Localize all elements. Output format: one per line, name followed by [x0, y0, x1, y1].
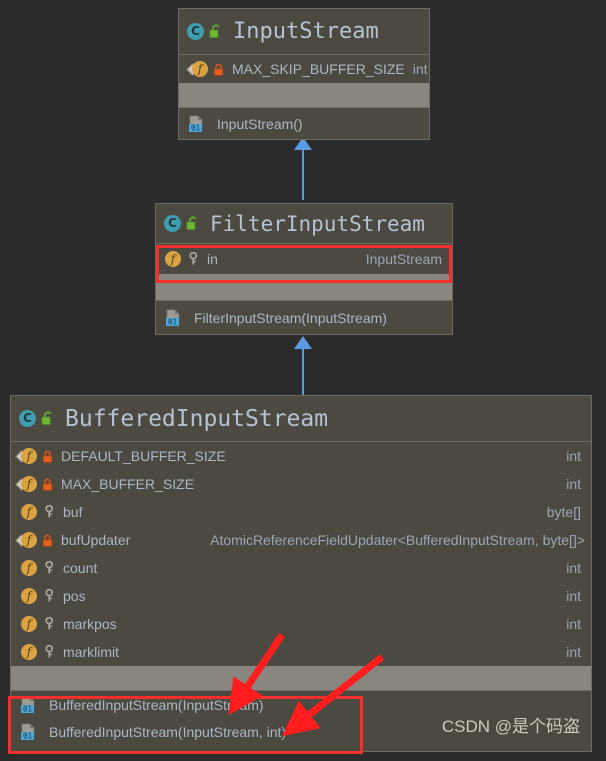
field-row[interactable]: f count int — [11, 554, 591, 582]
field-icon: f — [21, 504, 37, 520]
connector-line — [302, 348, 304, 396]
section-divider — [11, 666, 591, 690]
field-type: int — [412, 61, 428, 77]
lock-icon — [42, 478, 53, 491]
class-title: BufferedInputStream — [65, 405, 329, 432]
field-row[interactable]: f pos int — [11, 582, 591, 610]
class-icon: C — [19, 410, 36, 427]
field-row[interactable]: f in InputStream — [156, 244, 452, 274]
field-name: markpos — [63, 616, 117, 632]
field-icon: f — [21, 644, 37, 660]
section-divider — [179, 83, 429, 107]
constructor-icon: 01 — [20, 696, 39, 714]
field-type: int — [566, 448, 581, 464]
key-icon — [188, 251, 199, 266]
constructor-icon: 01 — [165, 309, 184, 327]
class-icon: C — [187, 23, 204, 40]
method-row[interactable]: 01 FilterInputStream(InputStream) — [156, 300, 452, 334]
key-icon — [44, 616, 55, 631]
field-name: in — [207, 251, 218, 267]
key-icon — [44, 588, 55, 603]
class-title: FilterInputStream — [210, 211, 425, 236]
key-icon — [44, 644, 55, 659]
svg-text:01: 01 — [191, 123, 200, 132]
constructor-icon: 01 — [188, 115, 207, 133]
field-row[interactable]: f MAX_BUFFER_SIZE int — [11, 470, 591, 498]
class-title: InputStream — [233, 19, 379, 44]
lock-icon — [42, 450, 53, 463]
class-box-inputstream[interactable]: C InputStream f MAX_SKIP_BUFFER_SIZE int — [178, 8, 430, 140]
field-type: int — [566, 616, 581, 632]
watermark-text: CSDN @是个码盗 — [441, 717, 580, 736]
field-icon: f — [165, 251, 181, 267]
methods-section-inputstream: 01 InputStream() — [179, 107, 429, 139]
class-header-bufferedinputstream: C BufferedInputStream — [11, 396, 591, 442]
connector-line — [302, 148, 304, 200]
class-icon: C — [164, 215, 181, 232]
fields-section-filterinputstream: f in InputStream — [156, 244, 452, 274]
field-name: DEFAULT_BUFFER_SIZE — [61, 448, 226, 464]
method-name: BufferedInputStream(InputStream) — [49, 696, 264, 713]
field-type: InputStream — [365, 251, 442, 267]
lock-icon — [42, 534, 53, 547]
constructor-icon: 01 — [20, 723, 39, 741]
field-name: marklimit — [63, 644, 119, 660]
field-name: bufUpdater — [61, 532, 131, 548]
field-icon: f — [21, 588, 37, 604]
svg-text:01: 01 — [23, 704, 32, 713]
arrowhead-icon — [294, 336, 312, 349]
methods-section-filterinputstream: 01 FilterInputStream(InputStream) — [156, 300, 452, 334]
key-icon — [44, 560, 55, 575]
field-type: AtomicReferenceFieldUpdater<BufferedInpu… — [210, 532, 585, 548]
method-name: BufferedInputStream(InputStream, int) — [49, 723, 287, 740]
static-field-icon: f — [17, 475, 37, 493]
method-row[interactable]: 01 InputStream() — [179, 107, 429, 139]
field-type: int — [566, 476, 581, 492]
field-row[interactable]: f markpos int — [11, 610, 591, 638]
field-name: count — [63, 560, 98, 576]
field-name: pos — [63, 588, 86, 604]
static-field-icon: f — [17, 531, 37, 549]
class-header-inputstream: C InputStream — [179, 9, 429, 55]
static-field-icon: f — [188, 60, 208, 78]
field-type: int — [566, 644, 581, 660]
unlock-icon — [186, 216, 200, 231]
field-icon: f — [21, 560, 37, 576]
field-name: MAX_BUFFER_SIZE — [61, 476, 195, 492]
fields-section-bufferedinputstream: f DEFAULT_BUFFER_SIZE int f MAX_BUFFER_S… — [11, 442, 591, 666]
svg-text:01: 01 — [23, 731, 32, 740]
section-divider — [156, 274, 452, 300]
svg-text:01: 01 — [168, 317, 177, 326]
field-row[interactable]: f MAX_SKIP_BUFFER_SIZE int — [179, 55, 429, 83]
unlock-icon — [41, 411, 55, 426]
class-box-filterinputstream[interactable]: C FilterInputStream f in InputStream 01 … — [155, 203, 453, 335]
unlock-icon — [209, 24, 223, 39]
lock-icon — [213, 63, 224, 76]
method-name: FilterInputStream(InputStream) — [194, 309, 387, 326]
key-icon — [44, 504, 55, 519]
field-icon: f — [21, 616, 37, 632]
fields-section-inputstream: f MAX_SKIP_BUFFER_SIZE int — [179, 55, 429, 83]
field-type: byte[] — [546, 504, 581, 520]
field-type: int — [566, 560, 581, 576]
field-row[interactable]: f marklimit int — [11, 638, 591, 666]
class-header-filterinputstream: C FilterInputStream — [156, 204, 452, 244]
field-type: int — [566, 588, 581, 604]
field-row[interactable]: f buf byte[] — [11, 498, 591, 526]
field-row[interactable]: f bufUpdater AtomicReferenceFieldUpdater… — [11, 526, 591, 554]
field-name: MAX_SKIP_BUFFER_SIZE — [232, 61, 405, 77]
method-name: InputStream() — [217, 115, 303, 132]
static-field-icon: f — [17, 447, 37, 465]
field-row[interactable]: f DEFAULT_BUFFER_SIZE int — [11, 442, 591, 470]
class-box-bufferedinputstream[interactable]: C BufferedInputStream f DEFAULT_BUFFER_S… — [10, 395, 592, 752]
field-name: buf — [63, 504, 83, 520]
